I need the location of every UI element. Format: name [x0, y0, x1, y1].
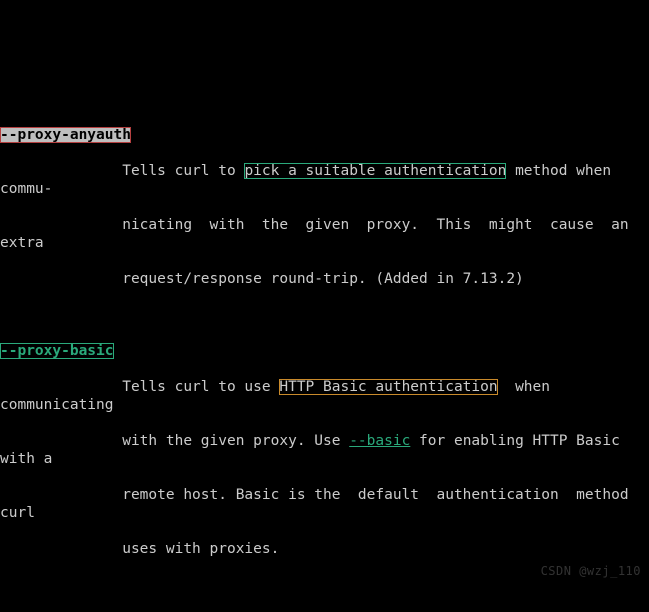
desc-line: with the given proxy. Use --basic for en… — [0, 432, 649, 468]
desc-line: Tells curl to use HTTP Basic authenticat… — [0, 378, 649, 414]
option-label: --proxy-anyauth — [0, 127, 131, 143]
desc-line: remote host. Basic is the default authen… — [0, 486, 649, 522]
option-ref-basic: --basic — [349, 433, 410, 449]
desc-line: request/response round-trip. (Added in 7… — [0, 270, 649, 288]
blank-line — [0, 306, 649, 324]
desc-line: uses with proxies. — [0, 540, 649, 558]
blank-line — [0, 576, 649, 594]
option-label: --proxy-basic — [0, 343, 114, 359]
option-proxy-basic: --proxy-basic — [0, 342, 649, 360]
highlight-auth: pick a suitable authentication — [244, 163, 506, 179]
manpage-content: --proxy-anyauth Tells curl to pick a sui… — [0, 90, 649, 612]
desc-line: nicating with the given proxy. This migh… — [0, 216, 649, 252]
option-proxy-anyauth: --proxy-anyauth — [0, 126, 649, 144]
highlight-auth: HTTP Basic authentication — [279, 379, 497, 395]
desc-line: Tells curl to pick a suitable authentica… — [0, 162, 649, 198]
